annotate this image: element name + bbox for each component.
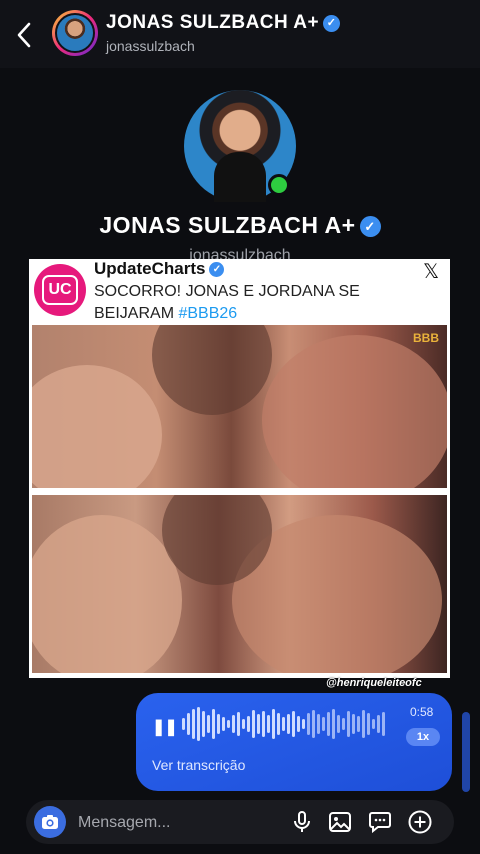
post-image-bottom (32, 495, 447, 673)
waveform-bar (302, 719, 305, 729)
waveform-bar (227, 720, 230, 728)
shared-post[interactable]: UC UpdateCharts ✓ 𝕏 SOCORRO! JONAS E JORD… (29, 259, 450, 678)
waveform-bar (357, 716, 360, 732)
waveform-bar (362, 710, 365, 738)
back-arrow-icon[interactable] (10, 18, 38, 52)
waveform-bar (307, 713, 310, 735)
add-icon[interactable] (406, 808, 434, 836)
profile-name: JONAS SULZBACH A+ ✓ (0, 212, 480, 239)
waveform-bar (222, 717, 225, 731)
post-text: SOCORRO! JONAS E JORDANA SE BEIJARAM #BB… (94, 281, 434, 325)
audio-waveform[interactable] (182, 705, 402, 743)
header-avatar[interactable] (52, 10, 98, 56)
waveform-bar (187, 713, 190, 735)
waveform-bar (352, 714, 355, 734)
header-name-text: JONAS SULZBACH A+ (106, 12, 320, 33)
message-composer (26, 800, 454, 844)
waveform-bar (207, 715, 210, 733)
profile-name-text: JONAS SULZBACH A+ (99, 212, 356, 238)
waveform-bar (212, 709, 215, 739)
view-transcription-link[interactable]: Ver transcrição (152, 757, 245, 773)
credit-watermark: @henriqueleiteofc (326, 677, 422, 689)
verified-badge-icon: ✓ (323, 15, 341, 32)
waveform-bar (382, 712, 385, 736)
online-status-dot-icon (268, 174, 290, 196)
waveform-bar (197, 707, 200, 741)
updatecharts-logo: UC (34, 264, 86, 316)
post-author-name: UpdateCharts (94, 259, 206, 278)
waveform-bar (217, 714, 220, 734)
chat-header: JONAS SULZBACH A+ ✓ jonassulzbach (0, 0, 480, 68)
edge-glow (462, 712, 470, 792)
waveform-bar (322, 717, 325, 731)
waveform-bar (337, 715, 340, 733)
playback-speed-button[interactable]: 1x (406, 728, 440, 746)
waveform-bar (367, 713, 370, 735)
logo-text: UC (42, 275, 78, 305)
waveform-bar (342, 718, 345, 730)
waveform-bar (232, 715, 235, 733)
waveform-bar (277, 713, 280, 735)
waveform-bar (312, 710, 315, 738)
waveform-bar (292, 711, 295, 737)
post-image-top: BBB (32, 325, 447, 488)
waveform-bar (297, 716, 300, 732)
post-author: UpdateCharts ✓ (94, 259, 225, 279)
waveform-bar (267, 715, 270, 733)
waveform-bar (257, 714, 260, 734)
verified-badge-icon: ✓ (359, 216, 381, 237)
waveform-bar (182, 718, 185, 730)
camera-icon[interactable] (34, 806, 66, 838)
waveform-bar (317, 714, 320, 734)
voice-duration: 0:58 (410, 705, 434, 719)
waveform-bar (327, 712, 330, 736)
waveform-bar (377, 715, 380, 733)
header-username: jonassulzbach (106, 38, 195, 54)
waveform-bar (282, 717, 285, 731)
waveform-bar (192, 709, 195, 739)
waveform-bar (242, 719, 245, 729)
gallery-icon[interactable] (326, 808, 354, 836)
pause-icon[interactable]: ❚❚ (152, 717, 178, 737)
waveform-bar (237, 712, 240, 736)
waveform-bar (347, 711, 350, 737)
waveform-bar (372, 719, 375, 729)
waveform-bar (247, 716, 250, 732)
waveform-bar (272, 709, 275, 739)
message-input[interactable] (76, 810, 280, 836)
waveform-bar (202, 711, 205, 737)
post-hashtag[interactable]: #BBB26 (178, 305, 237, 322)
microphone-icon[interactable] (288, 808, 316, 836)
verified-badge-icon: ✓ (209, 262, 225, 277)
waveform-bar (332, 709, 335, 739)
voice-message-bubble[interactable]: ❚❚ 0:58 1x Ver transcrição (136, 693, 452, 791)
sticker-icon[interactable] (366, 808, 394, 836)
waveform-bar (252, 710, 255, 738)
waveform-bar (287, 714, 290, 734)
bbb-watermark: BBB (413, 331, 439, 345)
header-name[interactable]: JONAS SULZBACH A+ ✓ (106, 12, 341, 34)
waveform-bar (262, 711, 265, 737)
